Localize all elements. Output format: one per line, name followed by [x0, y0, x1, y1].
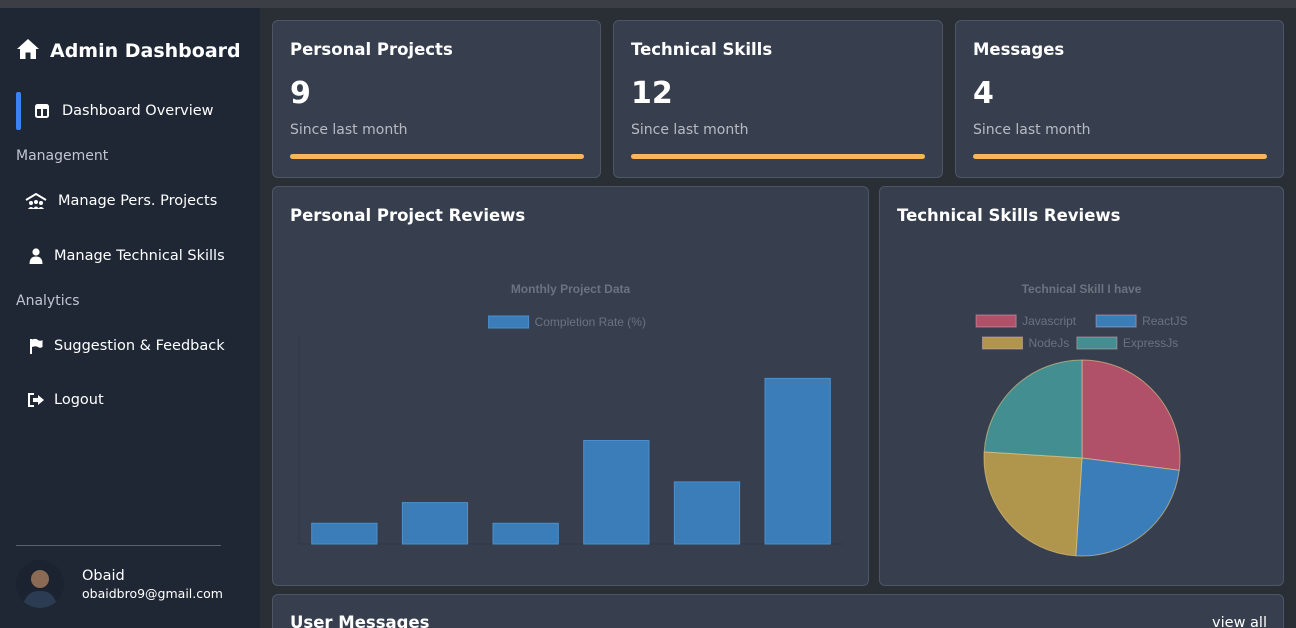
legend-label: ReactJS	[1142, 314, 1187, 328]
legend-swatch	[488, 315, 530, 329]
brand-title: Admin Dashboard	[50, 40, 241, 62]
legend-label: ExpressJs	[1123, 336, 1178, 350]
sidebar-item-manage-skills[interactable]: Manage Technical Skills	[16, 237, 246, 275]
progress-bar	[973, 154, 1267, 159]
sidebar-item-label: Dashboard Overview	[62, 103, 214, 119]
bar-5	[764, 377, 831, 545]
user-profile[interactable]: Obaid obaidbro9@gmail.com	[16, 560, 223, 608]
stat-subtitle: Since last month	[290, 122, 408, 138]
avatar	[16, 560, 64, 608]
view-all-link[interactable]: view all	[1212, 615, 1267, 628]
user-icon	[24, 248, 48, 264]
pie-slice-3	[983, 359, 1083, 459]
user-email: obaidbro9@gmail.com	[82, 585, 223, 601]
legend-swatch	[1095, 314, 1137, 328]
legend-swatch	[975, 314, 1017, 328]
home-icon	[16, 38, 40, 64]
progress-bar	[631, 154, 925, 159]
bar-2	[492, 522, 559, 545]
stat-card-skills: Technical Skills 12 Since last month	[613, 20, 943, 178]
stat-subtitle: Since last month	[973, 122, 1091, 138]
progress-fill	[290, 154, 584, 159]
layout-icon	[30, 104, 54, 118]
section-label-analytics: Analytics	[16, 293, 80, 309]
card-title: Messages	[973, 40, 1065, 59]
card-title: Personal Projects	[290, 40, 453, 59]
legend-label: Completion Rate (%)	[535, 315, 646, 329]
pie-chart: Technical Skill I have Javascript ReactJS N…	[975, 282, 1187, 557]
stat-value: 4	[973, 76, 994, 111]
panel-title: User Messages	[290, 613, 430, 628]
projects-icon	[24, 193, 48, 209]
legend-swatch	[982, 336, 1023, 350]
user-messages-panel: User Messages view all	[272, 594, 1284, 628]
user-name: Obaid	[82, 567, 125, 584]
sidebar-divider	[16, 545, 221, 546]
flag-icon	[24, 338, 48, 354]
stat-value: 12	[631, 76, 673, 111]
sidebar-item-label: Manage Technical Skills	[54, 248, 225, 264]
stat-card-projects: Personal Projects 9 Since last month	[272, 20, 601, 178]
sidebar-item-suggestion-feedback[interactable]: Suggestion & Feedback	[16, 327, 246, 365]
bar-4	[673, 481, 741, 545]
progress-bar	[290, 154, 584, 159]
sidebar-item-label: Logout	[54, 392, 104, 408]
bar-chart: Monthly Project Data Completion Rate (%)	[298, 282, 843, 545]
progress-fill	[973, 154, 1267, 159]
stat-card-messages: Messages 4 Since last month	[955, 20, 1284, 178]
bar-1	[401, 502, 469, 545]
pie-slice-1	[1075, 457, 1180, 557]
pie-slice-0	[1081, 359, 1181, 471]
window-top-strip	[0, 0, 1296, 8]
sidebar-item-dashboard-overview[interactable]: Dashboard Overview	[16, 92, 246, 130]
stat-value: 9	[290, 76, 311, 111]
logout-icon	[24, 392, 48, 408]
bar-0	[311, 522, 378, 545]
stat-subtitle: Since last month	[631, 122, 749, 138]
sidebar-item-logout[interactable]: Logout	[16, 381, 246, 419]
sidebar-item-label: Manage Pers. Projects	[58, 193, 218, 209]
bar-3	[583, 440, 650, 545]
sidebar-item-manage-projects[interactable]: Manage Pers. Projects	[16, 182, 246, 220]
legend-label: NodeJs	[1029, 336, 1070, 350]
chart-title: Monthly Project Data	[511, 282, 631, 296]
project-reviews-panel: Personal Project Reviews Monthly Project…	[272, 186, 869, 586]
sidebar: Admin Dashboard Dashboard Overview Manag…	[0, 8, 260, 628]
legend-label: Javascript	[1022, 314, 1077, 328]
chart-title: Technical Skill I have	[1022, 282, 1142, 296]
sidebar-item-label: Suggestion & Feedback	[54, 338, 225, 354]
brand[interactable]: Admin Dashboard	[16, 38, 241, 64]
legend-swatch	[1076, 336, 1118, 350]
progress-fill	[631, 154, 925, 159]
card-title: Technical Skills	[631, 40, 773, 59]
section-label-management: Management	[16, 148, 109, 164]
skill-reviews-panel: Technical Skills Reviews Technical Skill…	[879, 186, 1284, 586]
pie-slice-2	[983, 451, 1083, 557]
